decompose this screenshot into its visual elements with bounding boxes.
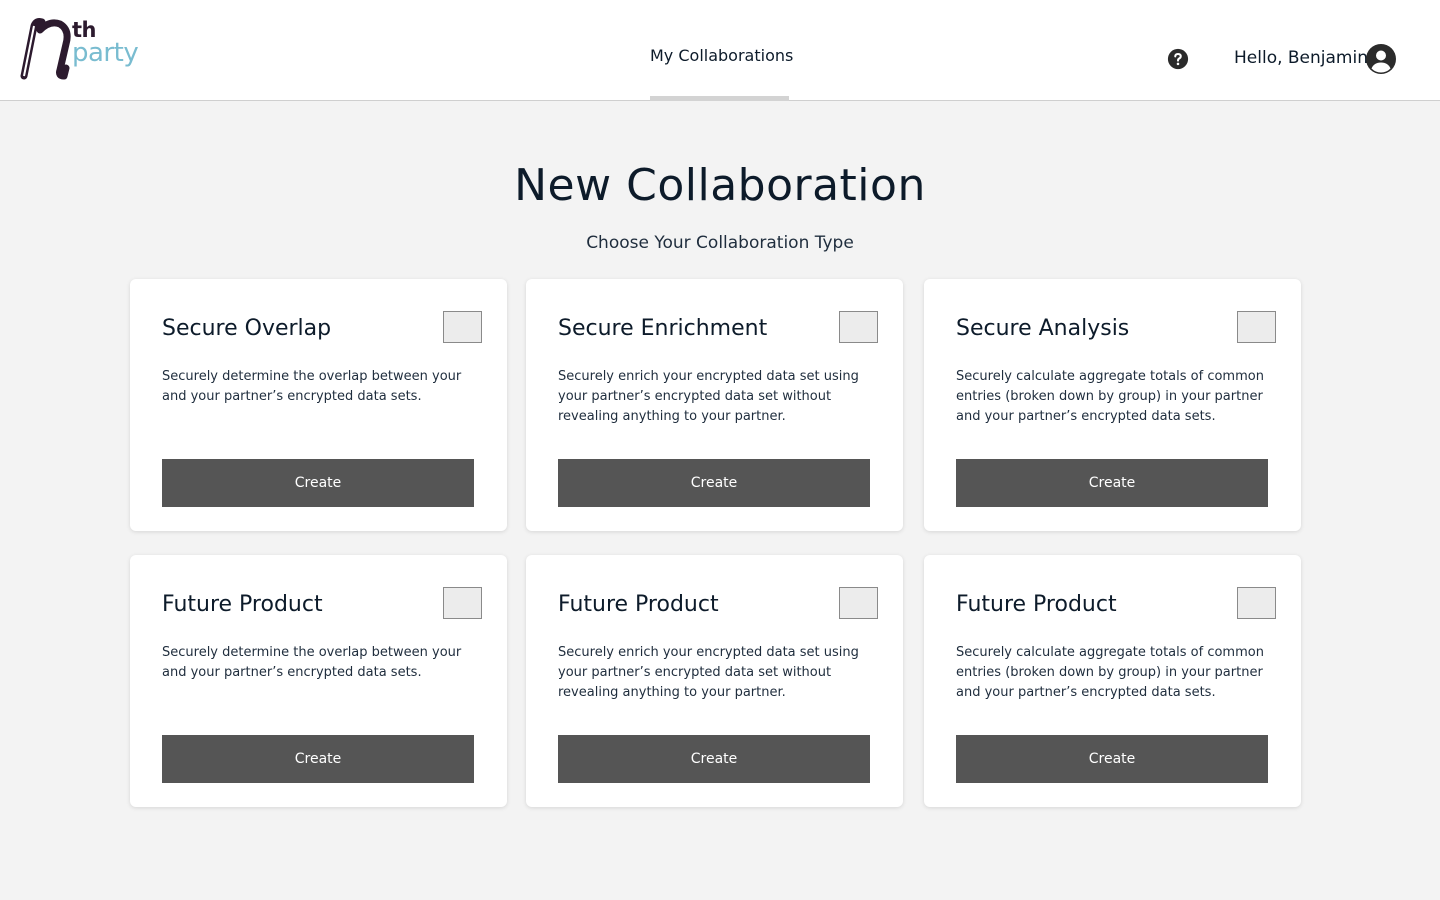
- collab-card-future-product: Future Product Securely enrich your encr…: [526, 555, 903, 807]
- card-select-checkbox[interactable]: [839, 311, 878, 343]
- card-description: Securely enrich your encrypted data set …: [558, 645, 859, 700]
- page-title: New Collaboration: [514, 160, 926, 211]
- card-select-checkbox[interactable]: [839, 587, 878, 619]
- collab-card-secure-enrichment: Secure Enrichment Securely enrich your e…: [526, 279, 903, 531]
- card-description: Securely calculate aggregate totals of c…: [956, 645, 1264, 700]
- card-title: Secure Overlap: [162, 316, 332, 341]
- create-button[interactable]: Create: [162, 459, 474, 507]
- create-button[interactable]: Create: [956, 735, 1268, 783]
- card-title: Secure Enrichment: [558, 316, 768, 341]
- collab-card-secure-analysis: Secure Analysis Securely calculate aggre…: [924, 279, 1301, 531]
- card-select-checkbox[interactable]: [1237, 587, 1276, 619]
- card-description: Securely determine the overlap between y…: [162, 369, 462, 404]
- collab-card-future-product: Future Product Securely calculate aggreg…: [924, 555, 1301, 807]
- card-select-checkbox[interactable]: [443, 587, 482, 619]
- create-button[interactable]: Create: [558, 735, 870, 783]
- logo-word: party: [72, 38, 139, 68]
- logo-n-mark: [20, 18, 71, 80]
- card-select-checkbox[interactable]: [443, 311, 482, 343]
- collab-card-secure-overlap: Secure Overlap Securely determine the ov…: [130, 279, 507, 531]
- user-circle-icon[interactable]: [1365, 43, 1397, 75]
- tab-active-indicator: [650, 96, 789, 101]
- card-select-checkbox[interactable]: [1237, 311, 1276, 343]
- card-description: Securely calculate aggregate totals of c…: [956, 369, 1264, 424]
- create-button[interactable]: Create: [558, 459, 870, 507]
- collab-card-future-product: Future Product Securely determine the ov…: [130, 555, 507, 807]
- create-button[interactable]: Create: [162, 735, 474, 783]
- tab-my-collaborations[interactable]: My Collaborations: [650, 0, 794, 101]
- top-header: th party My Collaborations Hello, Benjam…: [0, 0, 1440, 101]
- card-title: Future Product: [956, 592, 1117, 617]
- create-button[interactable]: Create: [956, 459, 1268, 507]
- tab-my-collaborations-label: My Collaborations: [650, 46, 794, 65]
- page-subtitle: Choose Your Collaboration Type: [586, 233, 854, 253]
- card-description: Securely determine the overlap between y…: [162, 645, 462, 680]
- card-title: Secure Analysis: [956, 316, 1130, 341]
- card-title: Future Product: [558, 592, 719, 617]
- help-circle-icon[interactable]: [1167, 48, 1189, 70]
- card-title: Future Product: [162, 592, 323, 617]
- user-greeting: Hello, Benjamin: [1234, 48, 1368, 68]
- card-description: Securely enrich your encrypted data set …: [558, 369, 859, 424]
- nthparty-logo[interactable]: th party: [20, 18, 152, 80]
